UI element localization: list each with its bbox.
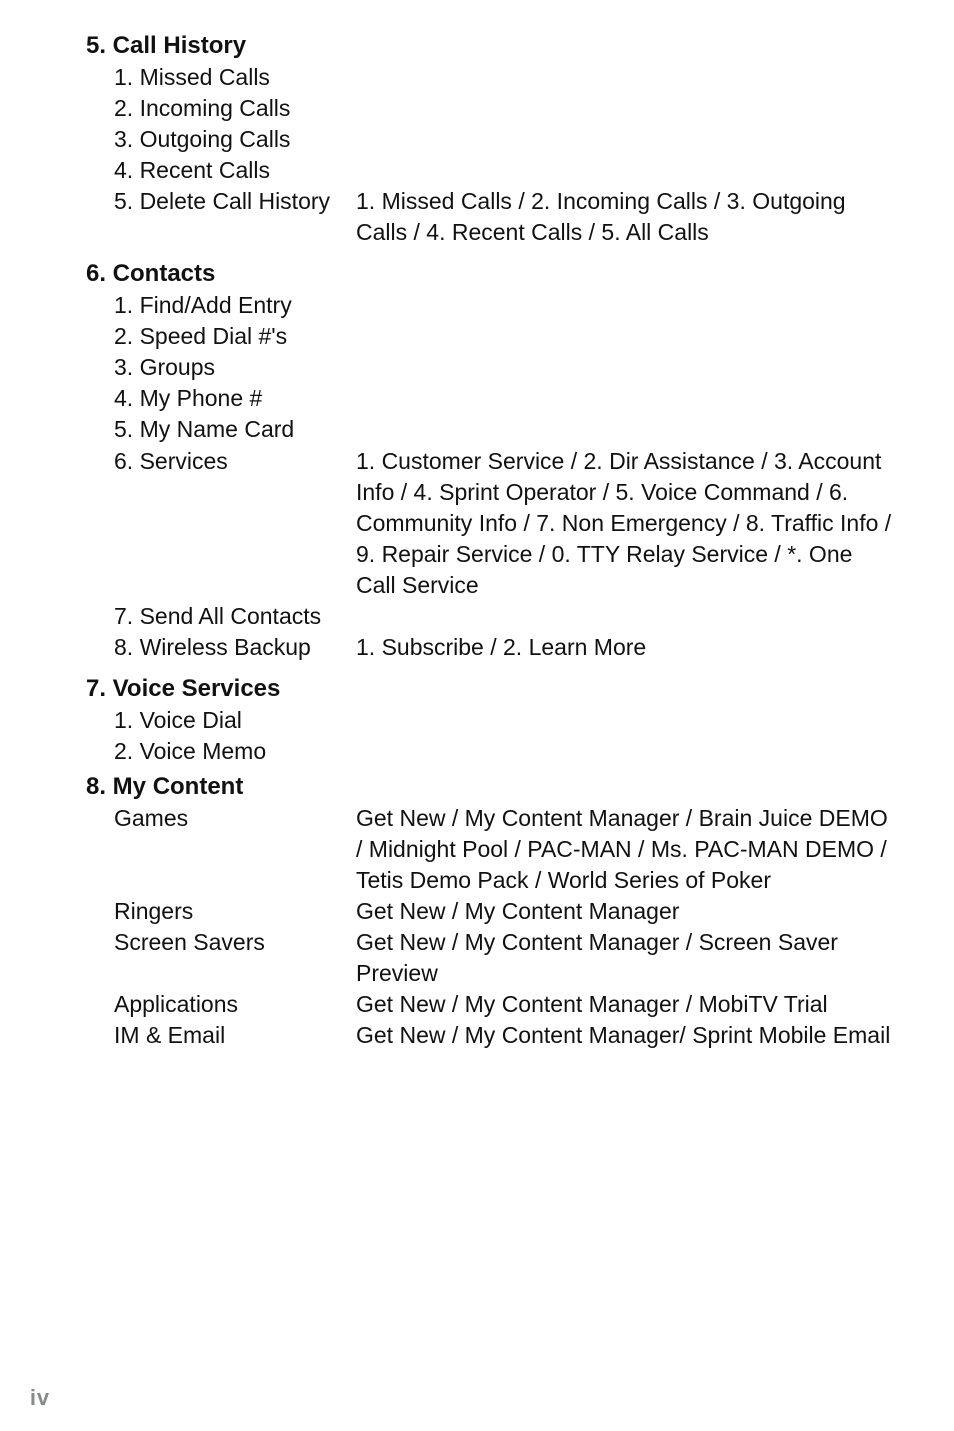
s6-item-4: 4. My Phone # bbox=[86, 383, 356, 414]
s6-item-8-label: 8. Wireless Backup bbox=[86, 632, 356, 663]
heading-voice-services: 7. Voice Services bbox=[86, 675, 894, 703]
section-my-content: 8. My Content Games Get New / My Content… bbox=[86, 773, 894, 1051]
section-call-history: 5. Call History 1. Missed Calls 2. Incom… bbox=[86, 32, 894, 248]
s6-item-5: 5. My Name Card bbox=[86, 414, 356, 445]
page: 5. Call History 1. Missed Calls 2. Incom… bbox=[0, 0, 954, 1431]
s5-item-5-desc: 1. Missed Calls / 2. Incoming Calls / 3.… bbox=[356, 186, 894, 248]
s8-im-desc: Get New / My Content Manager/ Sprint Mob… bbox=[356, 1020, 894, 1051]
s8-apps-desc: Get New / My Content Manager / MobiTV Tr… bbox=[356, 989, 894, 1020]
page-number: iv bbox=[0, 1385, 80, 1411]
section-contacts: 6. Contacts 1. Find/Add Entry 2. Speed D… bbox=[86, 260, 894, 663]
s5-item-4: 4. Recent Calls bbox=[86, 155, 356, 186]
s8-ringers-desc: Get New / My Content Manager bbox=[356, 896, 894, 927]
s5-item-5-label: 5. Delete Call History bbox=[86, 186, 356, 217]
s6-item-6-desc: 1. Customer Service / 2. Dir Assistance … bbox=[356, 446, 894, 601]
s6-item-1: 1. Find/Add Entry bbox=[86, 290, 356, 321]
s8-games-desc: Get New / My Content Manager / Brain Jui… bbox=[356, 803, 894, 896]
s6-item-8-desc: 1. Subscribe / 2. Learn More bbox=[356, 632, 894, 663]
s7-item-1: 1. Voice Dial bbox=[86, 705, 356, 736]
heading-contacts: 6. Contacts bbox=[86, 260, 894, 288]
s5-item-1: 1. Missed Calls bbox=[86, 62, 356, 93]
section-voice-services: 7. Voice Services 1. Voice Dial 2. Voice… bbox=[86, 675, 894, 767]
s8-ringers-label: Ringers bbox=[86, 896, 356, 927]
s8-games-label: Games bbox=[86, 803, 356, 834]
heading-my-content: 8. My Content bbox=[86, 773, 894, 801]
s6-item-3: 3. Groups bbox=[86, 352, 356, 383]
s6-item-2: 2. Speed Dial #'s bbox=[86, 321, 356, 352]
s8-savers-desc: Get New / My Content Manager / Screen Sa… bbox=[356, 927, 894, 989]
heading-call-history: 5. Call History bbox=[86, 32, 894, 60]
s6-item-6-label: 6. Services bbox=[86, 446, 356, 477]
s5-item-3: 3. Outgoing Calls bbox=[86, 124, 356, 155]
s8-im-label: IM & Email bbox=[86, 1020, 356, 1051]
s5-item-2: 2. Incoming Calls bbox=[86, 93, 356, 124]
s6-item-7: 7. Send All Contacts bbox=[86, 601, 356, 632]
s8-apps-label: Applications bbox=[86, 989, 356, 1020]
s8-savers-label: Screen Savers bbox=[86, 927, 356, 958]
s7-item-2: 2. Voice Memo bbox=[86, 736, 356, 767]
